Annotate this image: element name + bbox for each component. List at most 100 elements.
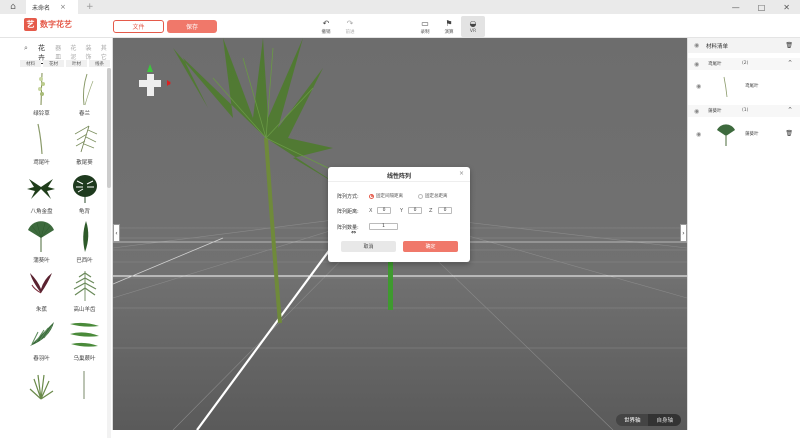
dialog-divider <box>328 181 470 182</box>
cancel-button[interactable]: 取消 <box>341 241 396 252</box>
asset-item[interactable]: 绿铃草 <box>20 71 63 120</box>
x-spacing-input[interactable]: 0 <box>377 207 391 214</box>
redo-icon: ↷ <box>346 18 354 28</box>
document-tab[interactable]: 未命名 × <box>26 0 78 14</box>
render-button[interactable]: ⚑ 演算 <box>437 16 461 37</box>
y-spacing-input[interactable]: 0 <box>408 207 422 214</box>
radio-fixed-spacing[interactable]: 固定间隔距离 <box>369 193 403 199</box>
asset-item[interactable]: 蒲葵叶 <box>20 218 63 267</box>
record-label: 录制 <box>420 29 430 35</box>
close-window-icon[interactable]: ✕ <box>783 3 790 12</box>
asset-label: 巴西叶 <box>76 258 93 264</box>
world-axis-button[interactable]: 世界轴 <box>615 414 649 426</box>
plant-thumbnail <box>74 125 98 153</box>
material-item[interactable]: ◉ 蒲葵叶 🗑 <box>688 120 800 150</box>
material-list-panel: ◉ 材料清单 🗑 ◉ 鸢尾叶 (2) ⌃ ◉ 鸢尾叶 ◉ 蒲葵叶 (1) ⌃ ◉… <box>687 38 800 430</box>
trash-icon[interactable]: 🗑 <box>785 42 793 49</box>
scrollbar-thumb[interactable] <box>107 68 111 188</box>
asset-grid: 绿铃草 春兰 鸢尾叶 散尾葵 八角金盘 龟背 蒲葵叶 巴西叶 朱蕉 高山羊齿 春… <box>20 71 106 414</box>
collapse-right-panel-button[interactable]: › <box>680 224 687 242</box>
group-count: (2) <box>742 61 749 66</box>
iris-leaf-model[interactable] <box>388 256 393 310</box>
window-controls: — □ ✕ <box>732 0 790 14</box>
filter-flower-materials[interactable]: 花材 <box>43 60 64 67</box>
material-item[interactable]: ◉ 鸢尾叶 <box>688 72 800 102</box>
asset-item[interactable]: 高山羊齿 <box>63 267 106 316</box>
minimize-icon[interactable]: — <box>732 3 740 12</box>
search-icon[interactable]: ⌕ <box>24 44 28 53</box>
filter-lines[interactable]: 线条 <box>89 60 110 67</box>
filter-leaf-materials[interactable]: 叶材 <box>66 60 87 67</box>
linear-array-dialog: 线性阵列 × 阵列方式: 固定间隔距离 固定总距离 阵列距离: X 0 Y 0 … <box>328 167 470 262</box>
chevron-up-icon[interactable]: ⌃ <box>787 106 793 114</box>
undo-button[interactable]: ↶ 撤销 <box>314 16 338 37</box>
visibility-eye-icon[interactable]: ◉ <box>696 83 701 90</box>
plant-thumbnail <box>73 175 97 203</box>
asset-item[interactable] <box>20 365 63 414</box>
asset-item[interactable]: 春羽叶 <box>20 316 63 365</box>
asset-item[interactable]: 巴西叶 <box>63 218 106 267</box>
asset-item[interactable]: 鸢尾叶 <box>20 120 63 169</box>
chevron-up-icon[interactable]: ⌃ <box>787 59 793 67</box>
asset-item[interactable]: 散尾葵 <box>63 120 106 169</box>
asset-item[interactable]: 八角金盘 <box>20 169 63 218</box>
plant-thumbnail <box>70 322 99 347</box>
filter-materials[interactable]: 材料 <box>20 60 41 67</box>
asset-scrollbar[interactable] <box>107 68 111 438</box>
visibility-eye-icon[interactable]: ◉ <box>694 61 699 68</box>
confirm-button[interactable]: 确定 <box>403 241 458 252</box>
self-axis-button[interactable]: 自身轴 <box>648 414 681 426</box>
plant-thumbnail <box>29 374 54 400</box>
document-tab-title: 未命名 <box>32 4 51 12</box>
save-button[interactable]: 保存 <box>167 20 217 33</box>
x-axis-label: X <box>369 208 373 214</box>
visibility-eye-icon[interactable]: ◉ <box>694 42 699 49</box>
asset-item[interactable]: 龟背 <box>63 169 106 218</box>
asset-label: 高山羊齿 <box>73 307 96 313</box>
asset-item[interactable]: 春兰 <box>63 71 106 120</box>
undo-icon: ↶ <box>322 18 330 28</box>
array-count-input[interactable]: 1 <box>369 223 398 230</box>
radio-dot-selected <box>369 193 374 199</box>
redo-label: 前进 <box>345 29 355 35</box>
plant-thumbnail <box>30 322 54 346</box>
dialog-close-icon[interactable]: × <box>459 170 464 177</box>
asset-label: 乌巢蕨叶 <box>73 356 96 362</box>
logo-mark-icon: 艺 <box>24 18 37 31</box>
material-list-title: 材料清单 <box>706 44 729 50</box>
plant-thumbnail <box>723 76 728 98</box>
asset-item[interactable] <box>63 365 106 414</box>
asset-label: 八角金盘 <box>30 209 53 215</box>
resize-cursor-icon: ⇔ <box>351 229 357 236</box>
visibility-eye-icon[interactable]: ◉ <box>696 131 701 138</box>
plant-thumbnail <box>28 221 54 252</box>
plant-thumbnail <box>37 123 43 155</box>
collapse-left-panel-button[interactable]: ‹ <box>113 224 120 242</box>
render-label: 演算 <box>444 29 454 35</box>
radio-fixed-total-label: 固定总距离 <box>425 194 448 199</box>
material-group[interactable]: ◉ 鸢尾叶 (2) ⌃ <box>688 58 800 70</box>
trash-icon[interactable]: 🗑 <box>785 130 793 137</box>
radio-fixed-total[interactable]: 固定总距离 <box>418 193 448 199</box>
close-tab-icon[interactable]: × <box>60 3 66 11</box>
visibility-eye-icon[interactable]: ◉ <box>694 108 699 115</box>
vr-button[interactable]: ◒ VR <box>461 16 485 37</box>
file-button[interactable]: 文件 <box>113 20 164 33</box>
z-spacing-input[interactable]: 0 <box>438 207 452 214</box>
array-mode-label: 阵列方式: <box>337 194 359 200</box>
redo-button[interactable]: ↷ 前进 <box>338 16 362 37</box>
new-tab-button[interactable]: + <box>86 2 94 12</box>
axis-mode-toggle: 世界轴 自身轴 <box>615 414 681 426</box>
item-name: 鸢尾叶 <box>745 84 759 89</box>
asset-label: 春羽叶 <box>33 356 50 362</box>
array-spacing-label: 阵列距离: <box>337 209 359 215</box>
asset-item[interactable]: 朱蕉 <box>20 267 63 316</box>
dialog-title: 线性阵列 <box>386 173 411 180</box>
record-button[interactable]: ▭ 录制 <box>413 16 437 37</box>
material-group[interactable]: ◉ 蒲葵叶 (1) ⌃ <box>688 105 800 117</box>
home-icon[interactable]: ⌂ <box>0 0 26 14</box>
maximize-icon[interactable]: □ <box>758 3 766 12</box>
asset-item[interactable]: 乌巢蕨叶 <box>63 316 106 365</box>
render-icon: ⚑ <box>445 18 453 28</box>
radio-dot <box>418 193 423 199</box>
